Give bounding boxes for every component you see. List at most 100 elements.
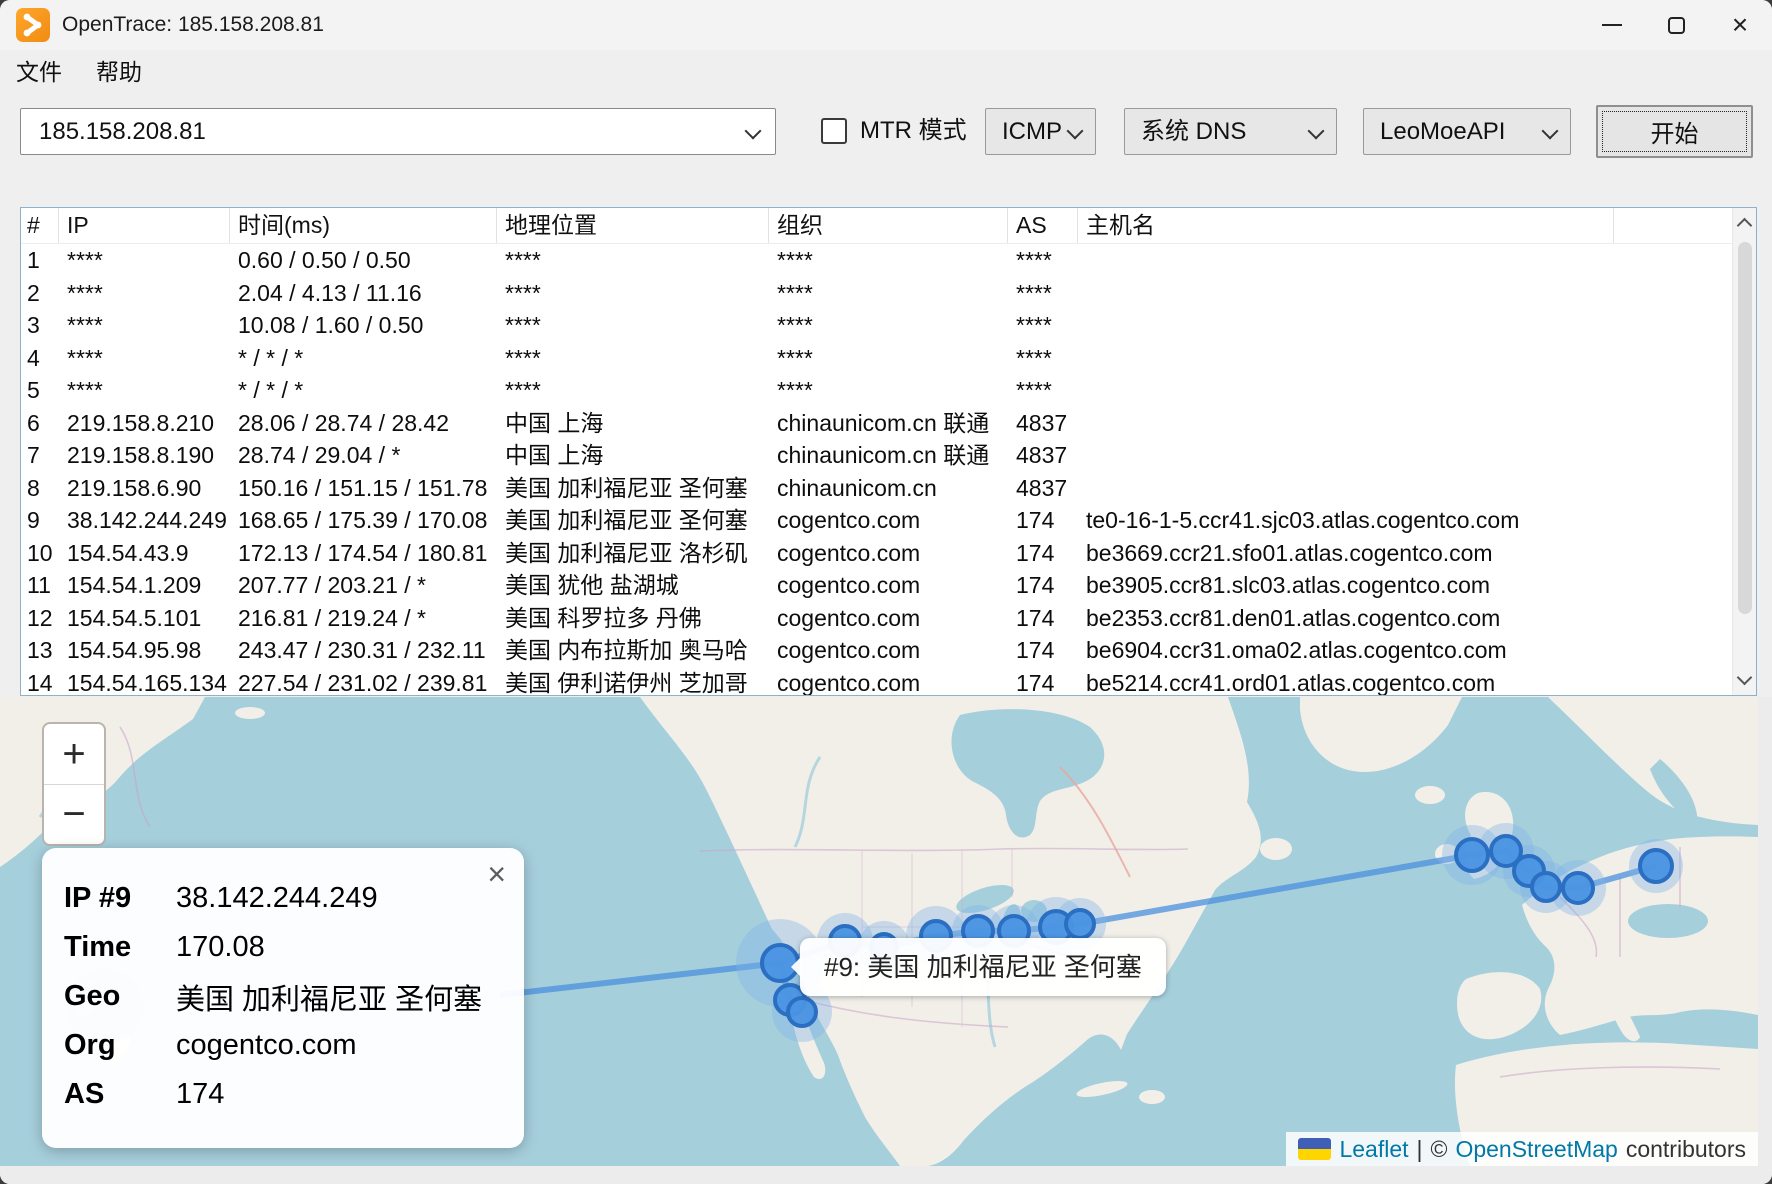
menu-item-help[interactable]: 帮助	[96, 50, 142, 94]
popup-close-button[interactable]: ×	[487, 858, 506, 890]
column-header[interactable]: 时间(ms)	[230, 208, 497, 243]
table-cell: ****	[497, 374, 769, 407]
table-cell: 3	[21, 309, 59, 342]
table-cell: 7	[21, 439, 59, 472]
table-cell: ****	[1008, 374, 1078, 407]
table-cell: 174	[1008, 504, 1078, 537]
table-row[interactable]: 10154.54.43.9172.13 / 174.54 / 180.81美国 …	[21, 537, 1732, 570]
table-cell: cogentco.com	[769, 504, 1008, 537]
table-cell: ****	[497, 277, 769, 310]
table-cell: 2.04 / 4.13 / 11.16	[230, 277, 497, 310]
table-cell: te0-16-1-5.ccr41.sjc03.atlas.cogentco.co…	[1078, 504, 1614, 537]
table-row[interactable]: 13154.54.95.98243.47 / 230.31 / 232.11美国…	[21, 634, 1732, 667]
zoom-out-button[interactable]: −	[44, 784, 104, 844]
table-row[interactable]: 6219.158.8.21028.06 / 28.74 / 28.42中国 上海…	[21, 407, 1732, 440]
table-cell	[1078, 244, 1614, 277]
close-button[interactable]: ×	[1708, 0, 1772, 50]
route-marker[interactable]	[1640, 850, 1672, 882]
mtr-mode-label: MTR 模式	[860, 106, 967, 156]
table-row[interactable]: 3****10.08 / 1.60 / 0.50************	[21, 309, 1732, 342]
route-marker[interactable]	[1532, 873, 1560, 901]
scrollbar-thumb[interactable]	[1738, 242, 1752, 614]
title-bar: OpenTrace: 185.158.208.81 ×	[0, 0, 1772, 50]
table-cell: 154.54.95.98	[59, 634, 230, 667]
table-cell: be3905.ccr81.slc03.atlas.cogentco.com	[1078, 569, 1614, 602]
table-row[interactable]: 8219.158.6.90150.16 / 151.15 / 151.78美国 …	[21, 472, 1732, 505]
route-marker[interactable]	[1066, 910, 1094, 938]
table-row[interactable]: 5***** / * / *************	[21, 374, 1732, 407]
column-header[interactable]: AS	[1008, 208, 1078, 243]
table-cell: 5	[21, 374, 59, 407]
table-cell: 10.08 / 1.60 / 0.50	[230, 309, 497, 342]
column-header[interactable]: 主机名	[1078, 208, 1614, 243]
leaflet-link[interactable]: Leaflet	[1339, 1136, 1408, 1163]
route-marker[interactable]	[1563, 873, 1593, 903]
table-cell	[1078, 472, 1614, 505]
table-cell: ****	[1008, 342, 1078, 375]
protocol-select[interactable]: ICMP	[985, 108, 1096, 155]
popup-row: AS174	[64, 1070, 500, 1119]
chevron-down-icon	[1067, 123, 1084, 140]
dns-select[interactable]: 系统 DNS	[1124, 108, 1337, 155]
table-cell: 38.142.244.249	[59, 504, 230, 537]
table-cell: 8	[21, 472, 59, 505]
table-row[interactable]: 938.142.244.249168.65 / 175.39 / 170.08美…	[21, 504, 1732, 537]
table-cell: 174	[1008, 537, 1078, 570]
table-cell: 中国 上海	[497, 439, 769, 472]
table-row[interactable]: 7219.158.8.19028.74 / 29.04 / *中国 上海chin…	[21, 439, 1732, 472]
table-cell: 154.54.165.134	[59, 667, 230, 697]
scroll-up-icon[interactable]	[1737, 218, 1753, 234]
scroll-down-icon[interactable]	[1737, 670, 1753, 686]
popup-label: AS	[64, 1078, 176, 1111]
target-input[interactable]	[21, 109, 775, 154]
table-cell: be5214.ccr41.ord01.atlas.cogentco.com	[1078, 667, 1614, 697]
mtr-mode-checkbox[interactable]	[821, 118, 847, 144]
table-row[interactable]: 12154.54.5.101216.81 / 219.24 / *美国 科罗拉多…	[21, 602, 1732, 635]
table-cell: * / * / *	[230, 374, 497, 407]
table-cell: 4837	[1008, 407, 1078, 440]
table-cell	[1078, 342, 1614, 375]
table-scrollbar[interactable]	[1732, 208, 1756, 695]
table-cell: cogentco.com	[769, 667, 1008, 697]
table-cell: ****	[497, 244, 769, 277]
minimize-button[interactable]	[1580, 0, 1644, 50]
route-marker[interactable]	[1456, 839, 1488, 871]
column-header[interactable]: #	[21, 208, 59, 243]
target-combobox[interactable]	[20, 108, 776, 155]
table-cell: 4837	[1008, 472, 1078, 505]
table-body: 1****0.60 / 0.50 / 0.50************2****…	[21, 244, 1732, 696]
toolbar: MTR 模式 ICMP 系统 DNS LeoMoeAPI 开始	[0, 94, 1772, 170]
table-cell: 150.16 / 151.15 / 151.78	[230, 472, 497, 505]
maximize-button[interactable]	[1644, 0, 1708, 50]
table-cell: 154.54.5.101	[59, 602, 230, 635]
api-select[interactable]: LeoMoeAPI	[1363, 108, 1571, 155]
table-cell: * / * / *	[230, 342, 497, 375]
table-row[interactable]: 14154.54.165.134227.54 / 231.02 / 239.81…	[21, 667, 1732, 697]
popup-label: Time	[64, 931, 176, 964]
route-map[interactable]: + − #9: 美国 加利福尼亚 圣何塞 × IP #938.142.244.2…	[0, 697, 1758, 1166]
column-header[interactable]: IP	[59, 208, 230, 243]
table-row[interactable]: 11154.54.1.209207.77 / 203.21 / *美国 犹他 盐…	[21, 569, 1732, 602]
route-marker[interactable]	[788, 998, 816, 1026]
table-cell: ****	[1008, 277, 1078, 310]
table-cell: 219.158.8.210	[59, 407, 230, 440]
table-cell: 216.81 / 219.24 / *	[230, 602, 497, 635]
popup-row: Orgcogentco.com	[64, 1021, 500, 1070]
table-row[interactable]: 1****0.60 / 0.50 / 0.50************	[21, 244, 1732, 277]
table-cell: 中国 上海	[497, 407, 769, 440]
column-header[interactable]: 地理位置	[497, 208, 769, 243]
start-button[interactable]: 开始	[1596, 105, 1753, 158]
table-cell: 28.06 / 28.74 / 28.42	[230, 407, 497, 440]
table-row[interactable]: 2****2.04 / 4.13 / 11.16************	[21, 277, 1732, 310]
osm-link[interactable]: OpenStreetMap	[1455, 1136, 1617, 1163]
table-cell: ****	[769, 244, 1008, 277]
table-cell: 4837	[1008, 439, 1078, 472]
maximize-icon	[1668, 17, 1685, 34]
table-cell: 174	[1008, 634, 1078, 667]
zoom-in-button[interactable]: +	[44, 724, 104, 784]
menu-item-file[interactable]: 文件	[16, 50, 62, 94]
column-header[interactable]: 组织	[769, 208, 1008, 243]
table-cell: be6904.ccr31.oma02.atlas.cogentco.com	[1078, 634, 1614, 667]
table-row[interactable]: 4***** / * / *************	[21, 342, 1732, 375]
table-cell: 174	[1008, 602, 1078, 635]
